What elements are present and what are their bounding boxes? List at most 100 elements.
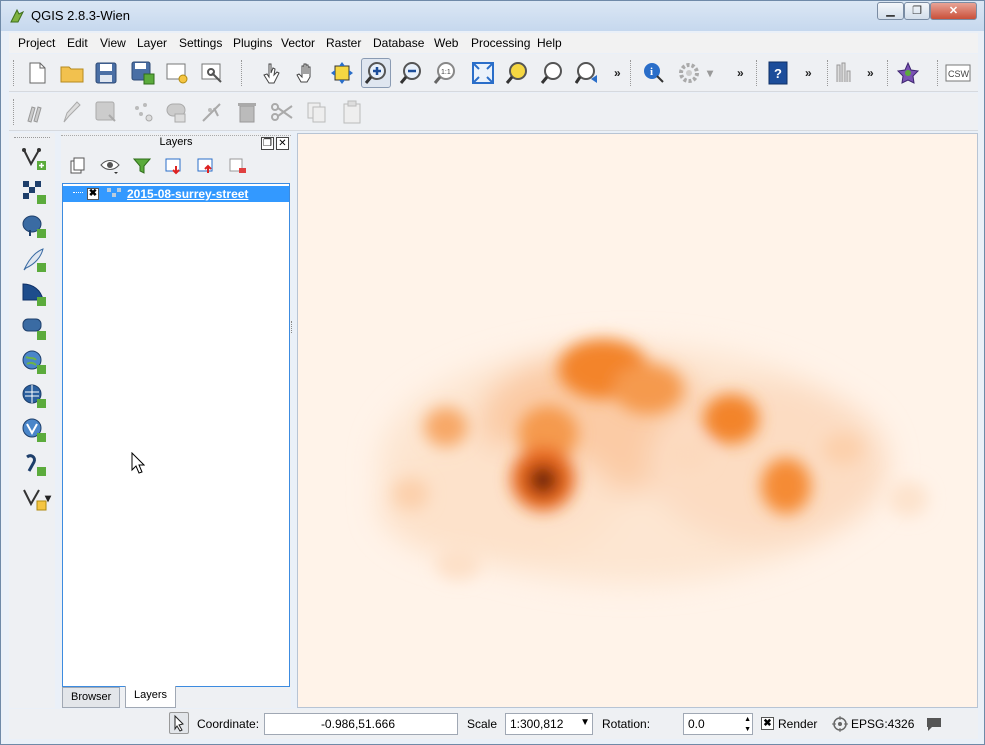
add-delimited-text-layer-button[interactable] [19, 449, 49, 479]
toolbar-grip[interactable] [887, 60, 890, 86]
add-wms-layer-button[interactable] [19, 347, 49, 377]
add-wcs-layer-button[interactable] [19, 381, 49, 411]
toolbar-overflow-button[interactable]: » [867, 66, 874, 80]
pan-to-selection-button[interactable] [327, 58, 357, 88]
toolbar-overflow-button[interactable]: » [737, 66, 744, 80]
tab-browser[interactable]: Browser [62, 687, 121, 708]
zoom-full-button[interactable] [468, 58, 498, 88]
manage-visibility-button[interactable] [99, 155, 121, 177]
menu-help[interactable]: Help [537, 36, 562, 50]
cut-features-button[interactable] [267, 97, 297, 127]
run-feature-action-button[interactable] [674, 58, 704, 88]
scale-combobox[interactable]: 1:300,812 ▼ [505, 713, 593, 735]
add-vector-layer-button[interactable] [19, 143, 49, 173]
menu-raster[interactable]: Raster [326, 36, 361, 50]
toggle-editing-button[interactable] [57, 97, 87, 127]
layer-name[interactable]: 2015-08-surrey-street [127, 187, 248, 201]
zoom-to-layer-button[interactable] [537, 58, 567, 88]
plugin-button[interactable] [893, 58, 923, 88]
toolbar-grip[interactable] [241, 60, 244, 86]
chevron-down-icon[interactable]: ▾ [707, 66, 713, 80]
composer-manager-button[interactable] [197, 58, 227, 88]
pan-map-button[interactable] [292, 58, 322, 88]
render-checkbox[interactable]: ✖ [761, 717, 774, 730]
help-contents-button[interactable]: ? [763, 58, 793, 88]
layer-item[interactable]: ✖ 2015-08-surrey-street [63, 186, 289, 202]
menu-project[interactable]: Project [18, 36, 55, 50]
csw-button[interactable]: CSW [943, 58, 973, 88]
zoom-in-button[interactable] [361, 58, 391, 88]
svg-text:?: ? [774, 66, 782, 81]
new-print-composer-button[interactable] [162, 58, 192, 88]
node-tool-button[interactable] [197, 97, 227, 127]
toolbar-grip[interactable] [827, 60, 830, 86]
menu-processing[interactable]: Processing [471, 36, 530, 50]
menu-plugins[interactable]: Plugins [233, 36, 272, 50]
layer-tree[interactable]: ✖ 2015-08-surrey-street [62, 183, 290, 687]
add-feature-button[interactable] [128, 97, 158, 127]
add-spatialite-layer-button[interactable] [19, 245, 49, 275]
add-group-button[interactable] [67, 155, 89, 177]
remove-layer-button[interactable] [227, 155, 249, 177]
current-edits-button[interactable] [22, 97, 52, 127]
add-wfs-layer-button[interactable] [19, 415, 49, 445]
layer-visibility-checkbox[interactable]: ✖ [87, 188, 99, 200]
spin-down-icon[interactable]: ▼ [744, 724, 751, 736]
rotation-spinbox[interactable]: 0.0 ▲ ▼ [683, 713, 753, 735]
add-oracle-layer-button[interactable] [19, 313, 49, 343]
save-as-button[interactable] [128, 58, 158, 88]
menu-vector[interactable]: Vector [281, 36, 315, 50]
save-layer-edits-button[interactable] [91, 97, 121, 127]
toggle-extents-button[interactable] [169, 712, 189, 734]
copy-features-button[interactable] [302, 97, 332, 127]
open-project-button[interactable] [57, 58, 87, 88]
maximize-button[interactable]: ❐ [904, 2, 930, 20]
menu-layer[interactable]: Layer [137, 36, 167, 50]
zoom-out-button[interactable] [396, 58, 426, 88]
messages-icon[interactable] [925, 716, 943, 732]
float-panel-button[interactable]: ❐ [261, 137, 274, 150]
wfs-globe-icon [22, 418, 46, 442]
delete-selected-button[interactable] [232, 97, 262, 127]
menu-view[interactable]: View [100, 36, 126, 50]
toolbar-grip[interactable] [14, 137, 50, 140]
add-mssql-layer-button[interactable] [19, 279, 49, 309]
filter-legend-button[interactable] [131, 155, 153, 177]
toolbar-grip[interactable] [13, 99, 16, 125]
minimize-button[interactable]: ▁ [877, 2, 904, 20]
panel-splitter[interactable] [291, 321, 294, 333]
toolbar-grip[interactable] [937, 60, 940, 86]
zoom-to-selection-button[interactable] [502, 58, 532, 88]
menu-database[interactable]: Database [373, 36, 424, 50]
tab-layers[interactable]: Layers [125, 686, 177, 708]
identify-features-button[interactable]: i [639, 58, 669, 88]
chevron-down-icon[interactable]: ▾ [45, 491, 51, 505]
expand-all-button[interactable] [163, 155, 185, 177]
add-postgis-layer-button[interactable] [19, 211, 49, 241]
chevron-down-icon[interactable]: ▼ [580, 717, 590, 729]
toolbar-overflow-button[interactable]: » [614, 66, 621, 80]
new-project-button[interactable] [22, 58, 52, 88]
touch-zoom-pan-button[interactable] [257, 58, 287, 88]
add-raster-layer-button[interactable] [19, 177, 49, 207]
save-project-button[interactable] [91, 58, 121, 88]
map-canvas[interactable] [297, 133, 978, 708]
menu-settings[interactable]: Settings [179, 36, 222, 50]
crs-button[interactable]: EPSG:4326 [851, 717, 914, 731]
toolbar-grip[interactable] [630, 60, 633, 86]
move-feature-button[interactable] [162, 97, 192, 127]
menu-edit[interactable]: Edit [67, 36, 88, 50]
zoom-native-button[interactable]: 1:1 [430, 58, 460, 88]
paste-features-button[interactable] [337, 97, 367, 127]
toolbar-overflow-button[interactable]: » [805, 66, 812, 80]
collapse-all-button[interactable] [195, 155, 217, 177]
close-button[interactable]: ✕ [930, 2, 977, 20]
coordinate-field[interactable]: -0.986,51.666 [264, 713, 458, 735]
toolbar-grip[interactable] [13, 60, 16, 86]
menu-web[interactable]: Web [434, 36, 458, 50]
toolbar-grip[interactable] [756, 60, 759, 86]
zoom-last-button[interactable] [572, 58, 602, 88]
main-toolbar: 1:1 » i ▾ » ? » » CSW [9, 54, 978, 92]
histogram-plugin-button[interactable] [831, 58, 861, 88]
close-panel-button[interactable]: ✕ [276, 137, 289, 150]
